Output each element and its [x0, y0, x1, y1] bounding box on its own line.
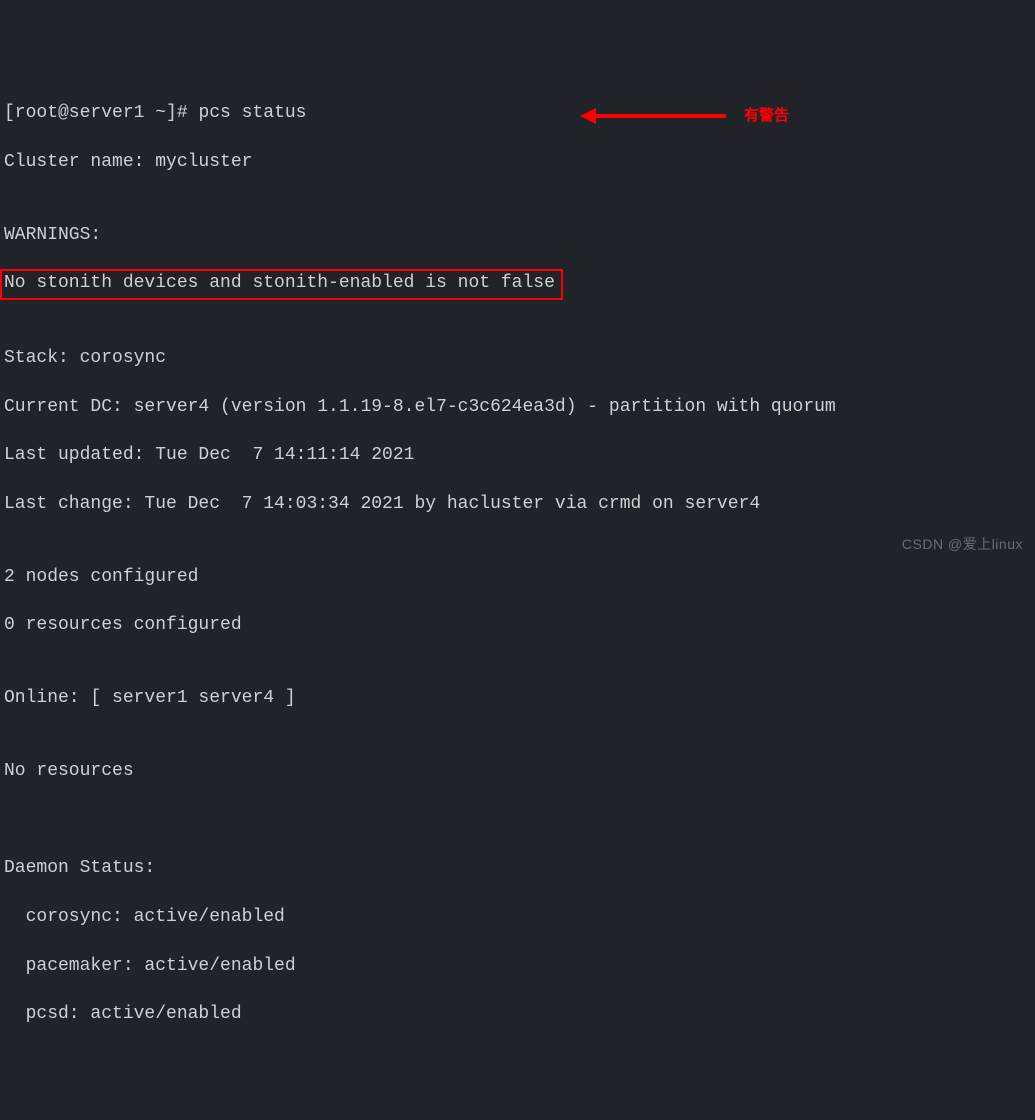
output-current-dc: Current DC: server4 (version 1.1.19-8.el… [4, 395, 1035, 419]
output-stack: Stack: corosync [4, 346, 1035, 370]
warning-text: No stonith devices and stonith-enabled i… [4, 273, 555, 293]
output-daemon-header: Daemon Status: [4, 856, 1035, 880]
annotation-label: 有警告 [744, 106, 789, 126]
annotation-arrow: 有警告 [580, 106, 789, 126]
arrow-shaft [596, 114, 726, 118]
output-cluster-name: Cluster name: mycluster [4, 150, 1035, 174]
output-daemon-corosync: corosync: active/enabled [4, 905, 1035, 929]
prompt-line[interactable]: [root@server1 ~]# pcs status [4, 101, 1035, 125]
output-last-updated: Last updated: Tue Dec 7 14:11:14 2021 [4, 443, 1035, 467]
output-warning-row: No stonith devices and stonith-enabled i… [4, 271, 1035, 297]
output-daemon-pcsd: pcsd: active/enabled [4, 1002, 1035, 1026]
output-no-resources: No resources [4, 759, 1035, 783]
prompt-prefix: [root@server1 ~]# [4, 103, 188, 123]
command-text: pcs status [198, 103, 306, 123]
output-online: Online: [ server1 server4 ] [4, 686, 1035, 710]
output-daemon-pacemaker: pacemaker: active/enabled [4, 954, 1035, 978]
output-warnings-header: WARNINGS: [4, 223, 1035, 247]
arrow-left-icon [580, 108, 596, 124]
output-resources-configured: 0 resources configured [4, 613, 1035, 637]
output-nodes-configured: 2 nodes configured [4, 565, 1035, 589]
warning-highlight-box: No stonith devices and stonith-enabled i… [0, 269, 563, 299]
output-last-change: Last change: Tue Dec 7 14:03:34 2021 by … [4, 492, 1035, 516]
watermark-text: CSDN @爱上linux [902, 535, 1023, 554]
